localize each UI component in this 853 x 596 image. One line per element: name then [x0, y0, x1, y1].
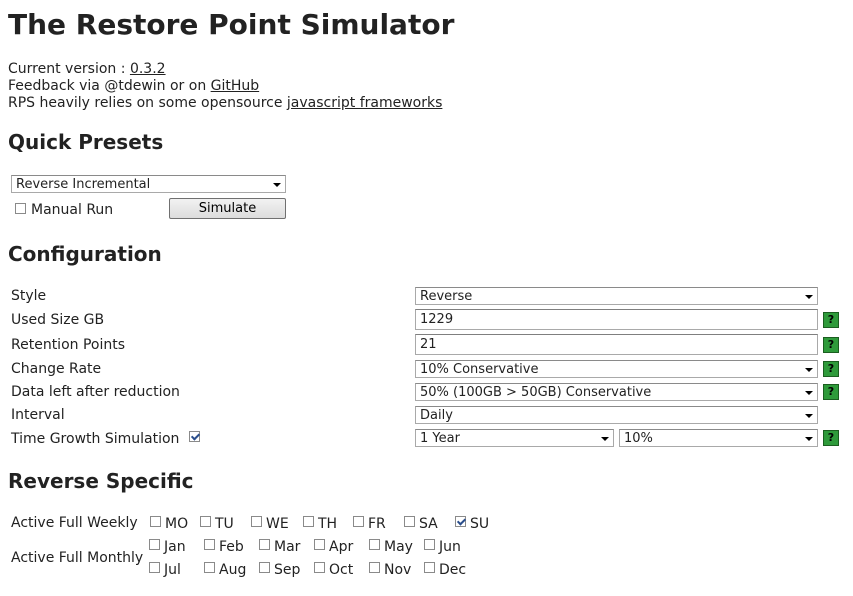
data-left-select-value: 50% (100GB > 50GB) Conservative: [420, 385, 652, 400]
day-label-su: SU: [470, 516, 490, 532]
version-link[interactable]: 0.3.2: [130, 61, 166, 77]
month-checkbox-sep[interactable]: [259, 562, 270, 573]
chevron-down-icon: [805, 437, 813, 441]
quick-presets-heading: Quick Presets: [8, 130, 164, 154]
day-checkbox-we[interactable]: [251, 516, 262, 527]
version-prefix: Current version :: [8, 61, 130, 77]
day-checkbox-fr[interactable]: [353, 516, 364, 527]
interval-label: Interval: [11, 407, 65, 423]
day-label-th: TH: [318, 516, 338, 532]
frameworks-prefix: RPS heavily relies on some opensource: [8, 95, 287, 111]
month-label-feb: Feb: [219, 539, 244, 555]
month-label-nov: Nov: [384, 562, 412, 578]
day-checkbox-su[interactable]: [455, 516, 466, 527]
manual-run-label: Manual Run: [31, 202, 114, 218]
month-checkbox-dec[interactable]: [424, 562, 435, 573]
data-left-select[interactable]: 50% (100GB > 50GB) Conservative: [415, 383, 818, 401]
month-checkbox-aug[interactable]: [204, 562, 215, 573]
frameworks-line: RPS heavily relies on some opensource ja…: [8, 95, 442, 112]
manual-run-checkbox[interactable]: [15, 203, 26, 214]
month-checkbox-apr[interactable]: [314, 539, 325, 550]
simulate-button[interactable]: Simulate: [169, 198, 286, 219]
interval-select-value: Daily: [420, 408, 453, 423]
retention-points-input[interactable]: 21: [415, 334, 818, 355]
help-icon[interactable]: ?: [823, 361, 839, 377]
feedback-prefix: Feedback via @tdewin or on: [8, 78, 211, 94]
day-checkbox-sa[interactable]: [404, 516, 415, 527]
month-label-jun: Jun: [439, 539, 461, 555]
month-checkbox-feb[interactable]: [204, 539, 215, 550]
growth-rate-select[interactable]: 10%: [619, 429, 818, 447]
help-icon[interactable]: ?: [823, 384, 839, 400]
month-label-apr: Apr: [329, 539, 354, 555]
version-line: Current version : 0.3.2: [8, 61, 166, 78]
month-checkbox-may[interactable]: [369, 539, 380, 550]
month-label-mar: Mar: [274, 539, 301, 555]
month-label-dec: Dec: [439, 562, 467, 578]
active-full-monthly-label: Active Full Monthly: [11, 550, 144, 566]
change-rate-select-value: 10% Conservative: [420, 362, 539, 377]
month-label-oct: Oct: [329, 562, 354, 578]
configuration-heading: Configuration: [8, 242, 162, 266]
chevron-down-icon: [805, 391, 813, 395]
month-label-sep: Sep: [274, 562, 301, 578]
month-label-may: May: [384, 539, 413, 555]
feedback-line: Feedback via @tdewin or on GitHub: [8, 78, 259, 95]
day-checkbox-th[interactable]: [303, 516, 314, 527]
chevron-down-icon: [805, 295, 813, 299]
active-full-weekly-label: Active Full Weekly: [11, 515, 138, 531]
day-label-sa: SA: [419, 516, 438, 532]
month-checkbox-jan[interactable]: [149, 539, 160, 550]
data-left-label: Data left after reduction: [11, 384, 180, 400]
change-rate-select[interactable]: 10% Conservative: [415, 360, 818, 378]
preset-select-value: Reverse Incremental: [16, 177, 151, 192]
day-label-fr: FR: [368, 516, 386, 532]
chevron-down-icon: [601, 437, 609, 441]
day-label-we: WE: [266, 516, 289, 532]
page-title: The Restore Point Simulator: [8, 8, 455, 41]
chevron-down-icon: [805, 368, 813, 372]
change-rate-label: Change Rate: [11, 361, 102, 377]
month-checkbox-nov[interactable]: [369, 562, 380, 573]
style-label: Style: [11, 288, 47, 304]
month-checkbox-jul[interactable]: [149, 562, 160, 573]
growth-period-select-value: 1 Year: [420, 431, 460, 446]
month-label-jul: Jul: [164, 562, 181, 578]
day-checkbox-tu[interactable]: [200, 516, 211, 527]
style-select[interactable]: Reverse: [415, 287, 818, 305]
used-size-input[interactable]: 1229: [415, 309, 818, 330]
growth-period-select[interactable]: 1 Year: [415, 429, 614, 447]
month-checkbox-jun[interactable]: [424, 539, 435, 550]
interval-select[interactable]: Daily: [415, 406, 818, 424]
day-label-mo: MO: [165, 516, 189, 532]
preset-select[interactable]: Reverse Incremental: [11, 175, 286, 193]
month-checkbox-oct[interactable]: [314, 562, 325, 573]
style-select-value: Reverse: [420, 289, 473, 304]
used-size-label: Used Size GB: [11, 312, 105, 328]
help-icon[interactable]: ?: [823, 337, 839, 353]
github-link[interactable]: GitHub: [211, 78, 260, 94]
month-label-jan: Jan: [164, 539, 186, 555]
retention-points-label: Retention Points: [11, 337, 126, 353]
help-icon[interactable]: ?: [823, 430, 839, 446]
chevron-down-icon: [805, 414, 813, 418]
time-growth-checkbox[interactable]: [189, 431, 200, 442]
reverse-specific-heading: Reverse Specific: [8, 469, 194, 493]
time-growth-label: Time Growth Simulation: [11, 431, 180, 447]
help-icon[interactable]: ?: [823, 312, 839, 328]
day-label-tu: TU: [215, 516, 234, 532]
frameworks-link[interactable]: javascript frameworks: [287, 95, 442, 111]
chevron-down-icon: [273, 183, 281, 187]
day-checkbox-mo[interactable]: [150, 516, 161, 527]
growth-rate-select-value: 10%: [624, 431, 653, 446]
month-label-aug: Aug: [219, 562, 247, 578]
month-checkbox-mar[interactable]: [259, 539, 270, 550]
